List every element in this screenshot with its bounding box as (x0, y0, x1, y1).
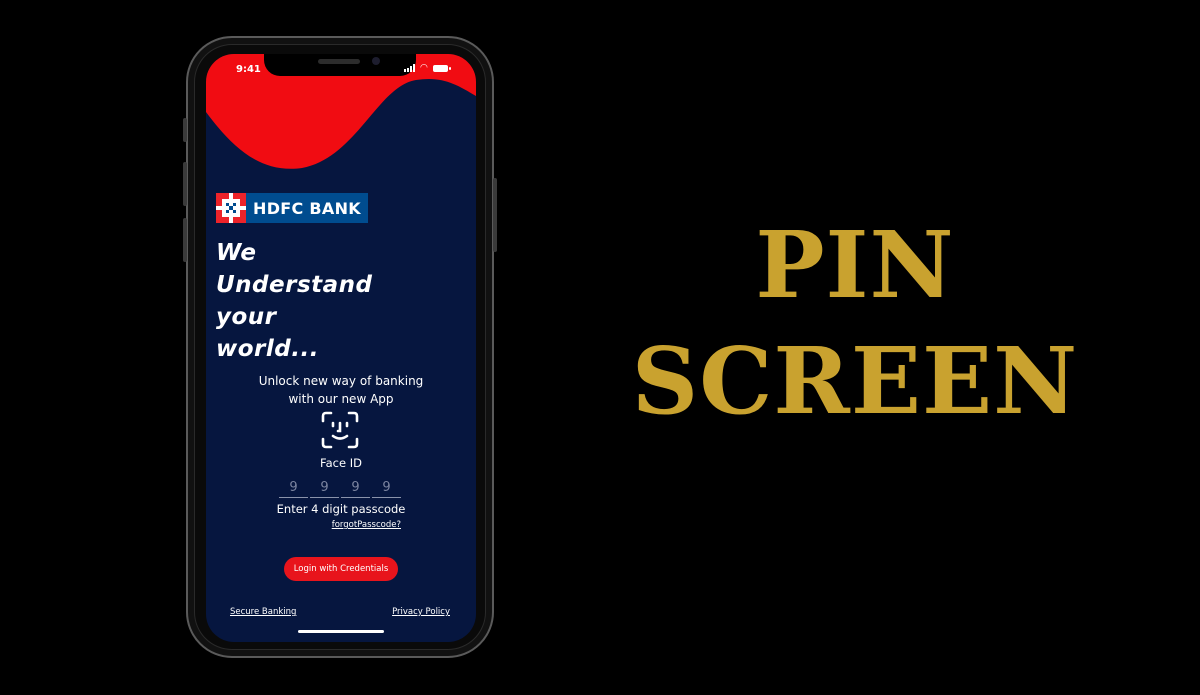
volume-down-button (183, 218, 187, 262)
intro-line-2: with our new App (288, 392, 394, 406)
home-indicator[interactable] (298, 630, 384, 633)
forgot-passcode-link[interactable]: forgotPasscode? (306, 520, 401, 530)
hdfc-bank-logo: HDFC BANK (216, 193, 368, 223)
passcode-input[interactable]: 9 9 9 9 (279, 481, 401, 498)
hdfc-logo-mark-icon (216, 193, 246, 223)
brand-name: HDFC BANK (253, 198, 361, 218)
speaker-grille (318, 59, 360, 64)
status-time: 9:41 (236, 64, 261, 75)
login-with-credentials-button[interactable]: Login with Credentials (284, 557, 398, 581)
mute-switch (183, 118, 187, 142)
volume-up-button (183, 162, 187, 206)
phone-notch (264, 54, 416, 76)
face-id-label: Face ID (320, 456, 362, 470)
privacy-policy-link[interactable]: Privacy Policy (392, 607, 450, 617)
tagline-line: world... (216, 336, 319, 362)
passcode-digit[interactable]: 9 (341, 481, 370, 498)
tagline-line: your (216, 304, 277, 330)
tagline-line: Understand (216, 272, 373, 298)
intro-text: Unlock new way of banking with our new A… (246, 372, 436, 408)
secure-banking-link[interactable]: Secure Banking (230, 607, 296, 617)
passcode-digit[interactable]: 9 (279, 481, 308, 498)
wifi-icon: ◠ (420, 63, 428, 73)
tagline-line: We (216, 240, 257, 266)
cellular-signal-icon (404, 64, 415, 72)
headline-line-2: SCREEN (631, 327, 1079, 435)
status-icons: ◠ (404, 63, 451, 73)
battery-icon (432, 64, 451, 72)
app-screen: HDFC BANK We Understand your world... Un… (206, 54, 476, 642)
passcode-label: Enter 4 digit passcode (276, 502, 406, 516)
passcode-digit[interactable]: 9 (372, 481, 401, 498)
front-camera (372, 57, 380, 65)
passcode-digit[interactable]: 9 (310, 481, 339, 498)
hero-tagline: We Understand your world... (216, 237, 373, 365)
intro-line-1: Unlock new way of banking (258, 374, 424, 388)
power-button (493, 178, 497, 252)
face-id-icon[interactable] (321, 411, 359, 449)
headline-line-1: PIN (755, 211, 955, 319)
